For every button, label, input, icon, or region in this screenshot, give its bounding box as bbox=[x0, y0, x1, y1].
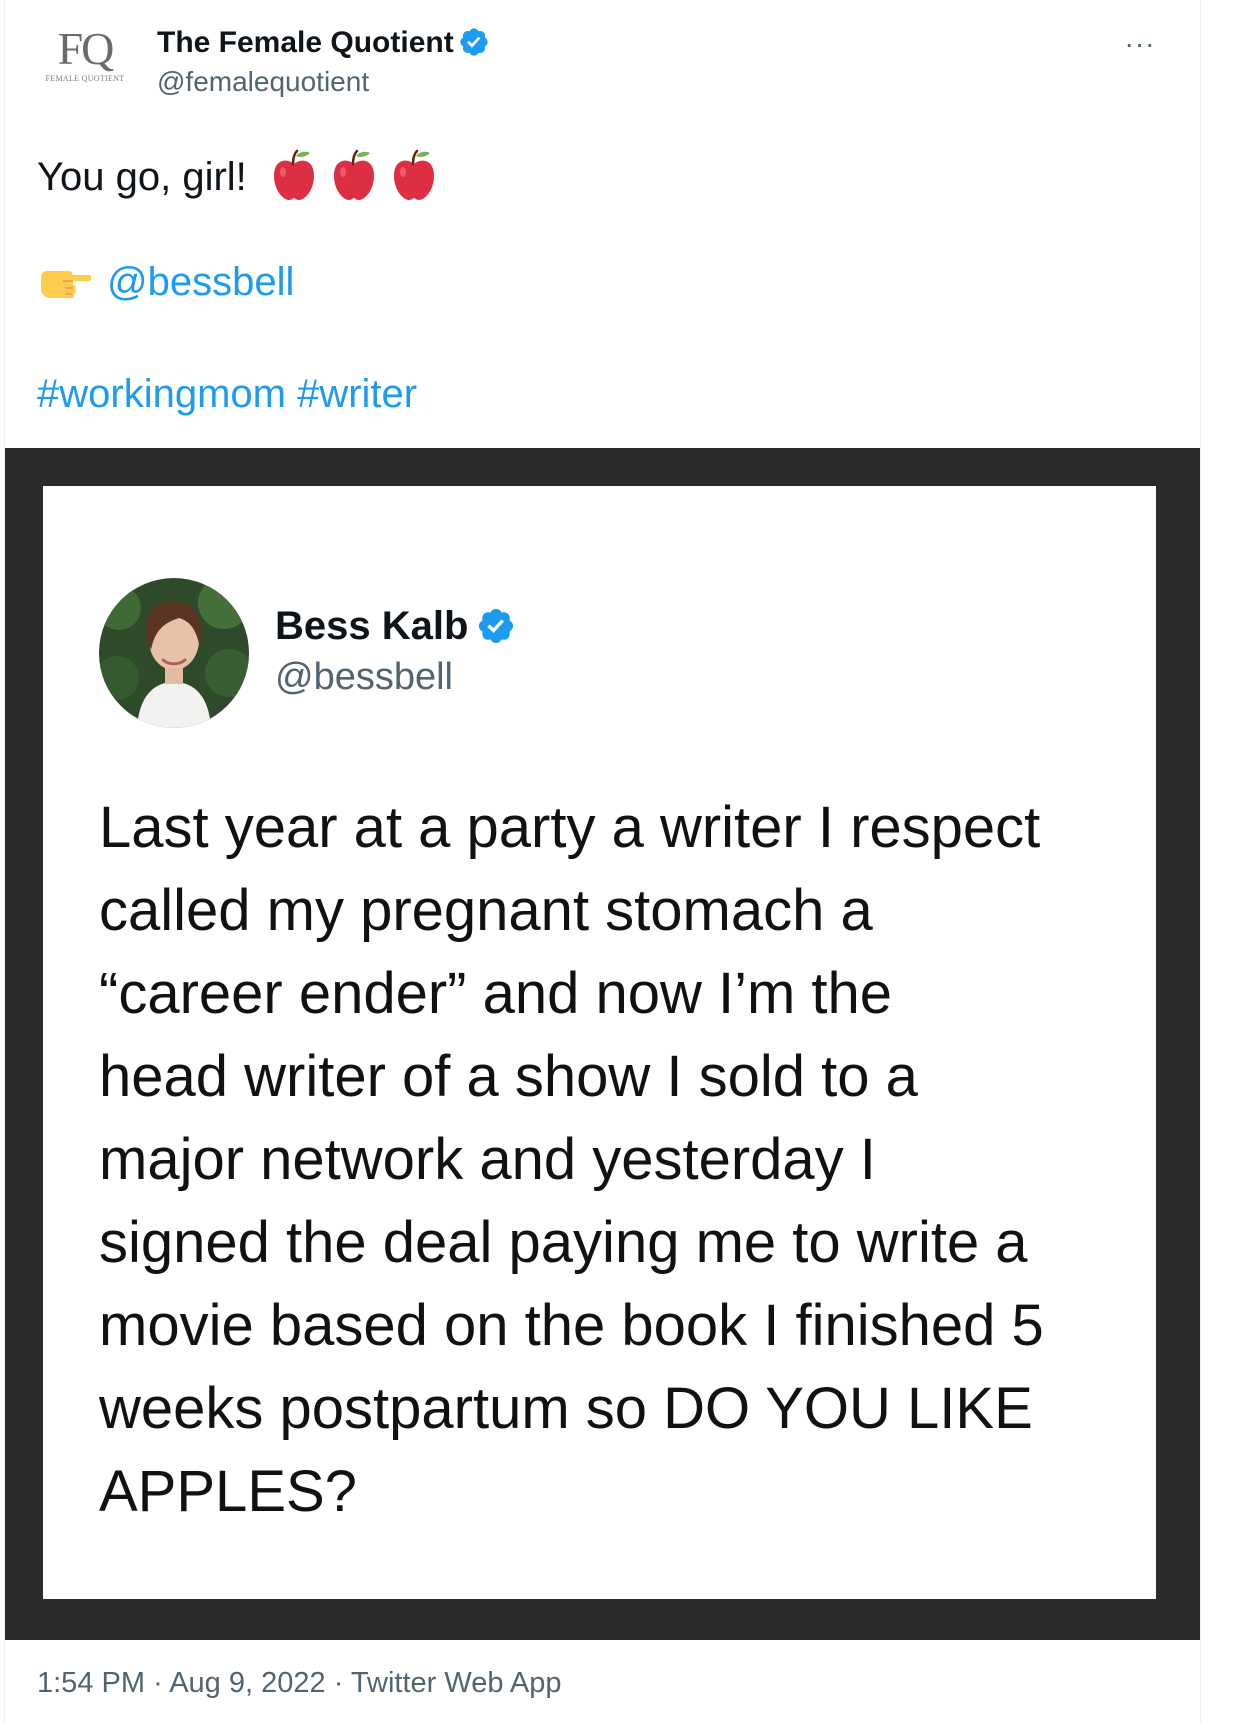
quoted-author-name-text: Bess Kalb bbox=[275, 604, 469, 648]
more-icon: ··· bbox=[1124, 28, 1156, 59]
author-handle[interactable]: @femalequotient bbox=[157, 66, 369, 98]
apple-icon bbox=[393, 149, 434, 200]
tweet-card: FQ FEMALE QUOTIENT The Female Quotient @… bbox=[4, 0, 1201, 1724]
avatar-logo-text: FQ bbox=[57, 23, 115, 74]
tweet-source-link[interactable]: Twitter Web App bbox=[351, 1667, 562, 1699]
verified-badge-icon bbox=[479, 608, 514, 644]
avatar-logo-subtext: FEMALE QUOTIENT bbox=[45, 74, 125, 83]
more-options-button[interactable]: ··· bbox=[1118, 22, 1162, 66]
author-avatar[interactable]: FQ FEMALE QUOTIENT bbox=[37, 26, 133, 84]
mention-link[interactable]: @bessbell bbox=[107, 260, 294, 304]
quoted-author-name: Bess Kalb bbox=[275, 604, 516, 648]
tweet-mention-line: @bessbell bbox=[37, 258, 294, 306]
tweet-date-link[interactable]: Aug 9, 2022 bbox=[169, 1667, 325, 1699]
tweet-time-link[interactable]: 1:54 PM bbox=[37, 1667, 145, 1699]
tweet-text-line: You go, girl! bbox=[37, 148, 438, 202]
tweet-media-image[interactable]: Bess Kalb @bessbell Last year at a party… bbox=[5, 448, 1200, 1640]
author-name[interactable]: The Female Quotient bbox=[157, 26, 490, 60]
quoted-tweet-text: Last year at a party a writer I respect … bbox=[99, 795, 1044, 1524]
hashtag-link-writer[interactable]: #writer bbox=[297, 372, 417, 416]
separator-dot: · bbox=[153, 1667, 163, 1699]
pointing-right-icon bbox=[41, 271, 92, 298]
quoted-author-avatar bbox=[99, 578, 249, 728]
tweet-hashtag-line: #workingmom #writer bbox=[37, 370, 417, 418]
tweet-timestamp: 1:54 PM · Aug 9, 2022 · Twitter Web App bbox=[37, 1666, 562, 1700]
verified-badge-icon bbox=[460, 28, 488, 56]
apple-icon bbox=[333, 149, 374, 200]
tweet-text: You go, girl! bbox=[37, 155, 247, 199]
separator-dot: · bbox=[333, 1667, 344, 1699]
hashtag-link-workingmom[interactable]: #workingmom bbox=[37, 372, 286, 416]
quoted-author-handle: @bessbell bbox=[275, 656, 453, 698]
author-name-text: The Female Quotient bbox=[157, 26, 454, 59]
screenshot-card: Bess Kalb @bessbell Last year at a party… bbox=[43, 486, 1156, 1599]
portrait-photo bbox=[99, 578, 249, 728]
apple-icon bbox=[273, 149, 314, 200]
